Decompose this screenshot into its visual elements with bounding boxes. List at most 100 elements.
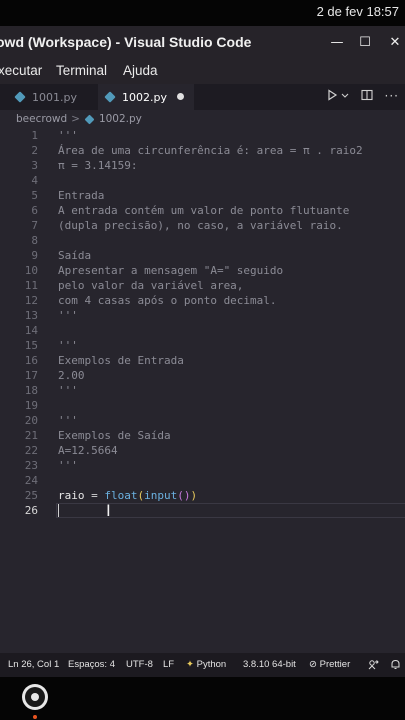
code-line[interactable]: 3 π = 3.14159: [0,158,405,173]
status-indentation[interactable]: Espaços: 4 [68,659,115,670]
close-button[interactable]: ✕ [386,34,404,52]
code-text: A=12.5664 [58,444,118,457]
line-number: 15 [24,339,38,352]
breadcrumb: beecrowd > 1002.py [0,110,405,128]
code-text: π = 3.14159: [58,159,138,172]
code-line[interactable]: 5 Entrada [0,188,405,203]
line-number: 18 [24,384,38,397]
maximize-button[interactable]: ☐ [356,34,374,52]
line-number: 10 [24,264,38,277]
breadcrumb-folder[interactable]: beecrowd [16,113,67,125]
system-clock[interactable]: 2 de fev 18:57 [317,4,399,19]
line-number: 4 [31,174,38,187]
status-encoding[interactable]: UTF-8 [126,659,153,670]
split-editor-icon[interactable] [360,89,373,104]
code-line[interactable]: 12 com 4 casas após o ponto decimal. [0,293,405,308]
code-editor[interactable]: 1 ''' 2 Área de uma circunferência é: area … [0,128,405,653]
code-line[interactable]: 4 [0,173,405,188]
tab-label: 1001.py [32,90,77,104]
line-number: 16 [24,354,38,367]
menu-terminal[interactable]: Terminal [56,63,107,78]
line-number: 14 [24,324,38,337]
code-line[interactable]: 19 [0,398,405,413]
window-title: owd (Workspace) - Visual Studio Code [0,34,252,50]
code-line[interactable]: 25 raio = float(input()) [0,488,405,503]
more-actions-icon[interactable]: ··· [385,89,399,104]
line-number: 1 [31,129,38,142]
code-line[interactable]: 18 ''' [0,383,405,398]
tab-1002-py[interactable]: 1002.py [98,84,194,110]
code-line[interactable]: 1 ''' [0,128,405,143]
line-number: 17 [24,369,38,382]
code-line[interactable]: 8 [0,233,405,248]
code-text: ''' [58,129,78,142]
bracket-token: () [177,489,191,502]
mouse-ibeam-cursor-icon: I [106,501,111,520]
code-line[interactable]: 20 ''' [0,413,405,428]
code-line[interactable]: 6 A entrada contém um valor de ponto flut… [0,203,405,218]
obs-studio-icon[interactable] [22,684,48,710]
code-line[interactable]: 26 [0,503,405,518]
line-number: 9 [31,249,38,262]
line-number: 26 [24,504,38,517]
code-line[interactable]: 14 [0,323,405,338]
code-text: Saída [58,249,92,262]
python-file-icon [14,91,26,103]
breadcrumb-file[interactable]: 1002.py [99,113,142,125]
line-number: 8 [31,234,38,247]
status-bar: Ln 26, Col 1 Espaços: 4 UTF-8 LF ✦ Pytho… [0,653,405,677]
code-text: Apresentar a mensagem "A=" seguido [58,264,284,277]
unsaved-dot-icon[interactable] [177,93,184,100]
line-number: 5 [31,189,38,202]
bracket-token: ) [190,489,198,502]
code-line[interactable]: 9 Saída [0,248,405,263]
status-language-label: Python [196,659,227,670]
menu-executar[interactable]: xecutar [0,63,42,78]
status-prettier-label: Prettier [319,659,351,670]
code-line[interactable]: 15 ''' [0,338,405,353]
code-text: 2.00 [58,369,85,382]
minimize-button[interactable]: — [328,34,346,52]
code-line[interactable]: 13 ''' [0,308,405,323]
code-line[interactable]: 22 A=12.5664 [0,443,405,458]
status-interpreter[interactable]: 3.8.10 64-bit [243,659,296,670]
os-taskbar [0,677,405,720]
tab-1001-py[interactable]: 1001.py [0,84,98,110]
code-line[interactable]: 10 Apresentar a mensagem "A=" seguido [0,263,405,278]
notifications-icon[interactable] [390,659,401,673]
line-number: 24 [24,474,38,487]
python-file-icon [84,114,95,124]
variable-token: raio [58,489,85,502]
line-number: 2 [31,144,38,157]
line-number: 25 [24,489,38,502]
status-language[interactable]: ✦ Python [186,659,226,670]
menu-ajuda[interactable]: Ajuda [123,63,158,78]
status-eol[interactable]: LF [163,659,174,670]
code-line[interactable]: 17 2.00 [0,368,405,383]
code-line[interactable]: 2 Área de uma circunferência é: area = π … [0,143,405,158]
status-cursor-position[interactable]: Ln 26, Col 1 [8,659,59,670]
live-share-icon[interactable] [368,659,379,673]
text-caret [58,504,59,517]
code-text: ''' [58,309,78,322]
line-number: 12 [24,294,38,307]
code-text: ''' [58,339,78,352]
code-line[interactable]: 21 Exemplos de Saída [0,428,405,443]
code-line[interactable]: 24 [0,473,405,488]
status-prettier[interactable]: ⊘ Prettier [309,659,350,670]
chevron-down-icon[interactable] [341,89,349,104]
code-line[interactable]: 16 Exemplos de Entrada [0,353,405,368]
code-text: ''' [58,414,78,427]
run-icon[interactable] [326,89,338,104]
window-title-bar: owd (Workspace) - Visual Studio Code — ☐… [0,26,405,60]
code-text: raio = float(input()) [58,488,197,503]
code-line[interactable]: 23 ''' [0,458,405,473]
line-number: 11 [24,279,38,292]
code-text: A entrada contém um valor de ponto flutu… [58,204,350,217]
system-top-bar: 2 de fev 18:57 [0,0,405,26]
code-line[interactable]: 7 (dupla precisão), no caso, a variável r… [0,218,405,233]
code-line[interactable]: 11 pelo valor da variável area, [0,278,405,293]
line-number: 13 [24,309,38,322]
code-text: pelo valor da variável area, [58,279,244,292]
tab-label: 1002.py [122,90,167,104]
